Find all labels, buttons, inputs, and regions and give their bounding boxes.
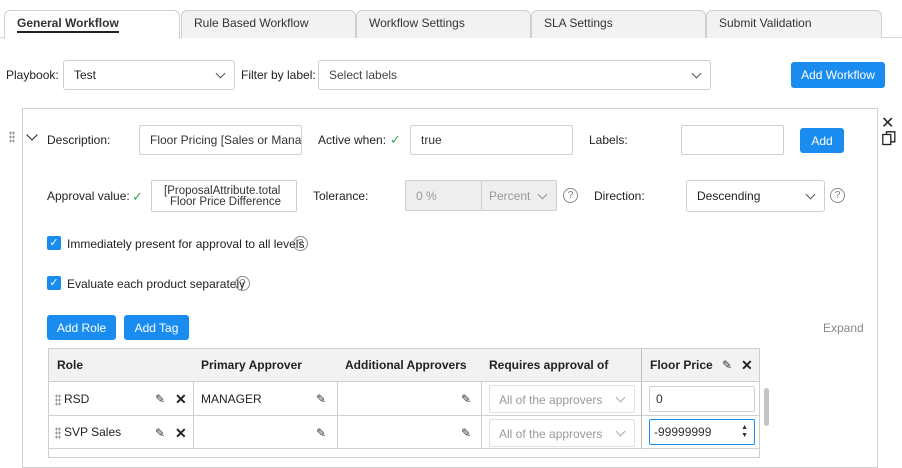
approval-value-line: Floor Price Difference (170, 196, 281, 208)
requires-approval-select[interactable]: All of the approvers (489, 419, 635, 447)
check-icon: ✓ (390, 132, 401, 147)
tolerance-label: Tolerance: (313, 189, 369, 203)
playbook-label: Playbook: (6, 68, 59, 82)
tab-general-workflow[interactable]: General Workflow (4, 10, 180, 39)
add-workflow-button[interactable]: Add Workflow (791, 62, 885, 88)
edit-column-icon[interactable]: ✎ (722, 358, 732, 372)
evaluate-each-product-checkbox[interactable]: ✓ (47, 276, 61, 290)
close-icon[interactable]: ✕ (881, 113, 894, 133)
active-when-input[interactable]: true (410, 125, 573, 155)
edit-primary-approver-icon[interactable]: ✎ (316, 392, 326, 406)
labels-input[interactable] (681, 125, 784, 155)
tolerance-input[interactable]: 0 % (405, 180, 482, 211)
floor-price-header-label: Floor Price (650, 358, 713, 372)
description-input[interactable]: Floor Pricing [Sales or Mana (139, 125, 302, 155)
approval-value-input[interactable]: [ProposalAttribute.total Floor Price Dif… (151, 180, 297, 212)
add-tag-button[interactable]: Add Tag (124, 315, 189, 340)
help-icon[interactable]: ? (293, 236, 308, 251)
tab-bar: General Workflow Rule Based Workflow Wor… (0, 0, 902, 39)
evaluate-each-product-label: Evaluate each product separately (67, 277, 246, 291)
edit-additional-approvers-icon[interactable]: ✎ (461, 426, 471, 440)
floor-price-value: -99999999 (654, 425, 712, 439)
chevron-down-icon (691, 68, 702, 79)
remove-column-icon[interactable]: ✕ (741, 357, 753, 374)
column-header-additional-approvers: Additional Approvers (337, 349, 482, 382)
active-when-label: Active when: (318, 133, 387, 147)
role-name: RSD (64, 392, 90, 406)
help-icon[interactable]: ? (235, 276, 250, 291)
tab-workflow-settings[interactable]: Workflow Settings (356, 10, 531, 38)
floor-price-input[interactable]: -99999999 ▲ ▼ (649, 419, 755, 445)
tab-label: Submit Validation (719, 16, 812, 30)
column-header-primary-approver: Primary Approver (193, 349, 338, 382)
requires-approval-value: All of the approvers (499, 427, 603, 441)
primary-approver-value: MANAGER (201, 392, 262, 406)
add-role-button[interactable]: Add Role (47, 315, 116, 340)
direction-select[interactable]: Descending (686, 180, 825, 212)
column-header-requires-approval: Requires approval of (481, 349, 642, 382)
scrollbar-thumb[interactable] (764, 388, 769, 426)
tab-label: Workflow Settings (369, 16, 465, 30)
tab-sla-settings[interactable]: SLA Settings (531, 10, 706, 38)
tab-label: General Workflow (17, 16, 119, 33)
requires-approval-select[interactable]: All of the approvers (489, 385, 635, 413)
role-name: SVP Sales (64, 425, 122, 439)
expand-link[interactable]: Expand (823, 321, 864, 335)
tab-submit-validation[interactable]: Submit Validation (706, 10, 882, 38)
chevron-down-icon (537, 189, 548, 199)
tolerance-unit-select[interactable]: Percent (481, 180, 557, 211)
number-stepper-icon[interactable]: ▲ ▼ (741, 424, 748, 440)
label-filter-placeholder: Select labels (329, 68, 398, 82)
help-icon[interactable]: ? (563, 188, 578, 203)
chevron-down-icon (615, 392, 626, 403)
edit-additional-approvers-icon[interactable]: ✎ (461, 392, 471, 406)
floor-price-input[interactable]: 0 (649, 386, 755, 412)
tab-label: Rule Based Workflow (194, 16, 309, 30)
column-header-role: Role (49, 349, 194, 382)
description-label: Description: (47, 133, 111, 147)
remove-role-icon[interactable]: ✕ (175, 425, 187, 442)
drag-handle-icon[interactable] (55, 427, 61, 439)
remove-role-icon[interactable]: ✕ (175, 391, 187, 408)
immediately-present-checkbox[interactable]: ✓ (47, 236, 61, 250)
tab-label: SLA Settings (544, 16, 613, 30)
check-icon: ✓ (132, 189, 143, 204)
help-icon[interactable]: ? (830, 188, 845, 203)
chevron-down-icon (615, 426, 626, 437)
drag-handle-icon[interactable] (55, 394, 61, 406)
roles-table: Role Primary Approver Additional Approve… (48, 348, 760, 458)
tab-rule-based-workflow[interactable]: Rule Based Workflow (181, 10, 356, 38)
tolerance-unit-value: Percent (489, 188, 531, 203)
direction-value: Descending (697, 189, 761, 203)
copy-icon[interactable] (882, 131, 896, 149)
drag-handle-icon[interactable] (9, 131, 15, 143)
playbook-value: Test (74, 68, 97, 82)
edit-role-icon[interactable]: ✎ (155, 426, 165, 440)
filter-label: Filter by label: (241, 68, 316, 82)
approval-value-label: Approval value: (47, 189, 130, 203)
labels-label: Labels: (589, 133, 628, 147)
requires-approval-value: All of the approvers (499, 393, 603, 407)
chevron-down-icon (805, 189, 816, 200)
edit-primary-approver-icon[interactable]: ✎ (316, 426, 326, 440)
chevron-down-icon (215, 68, 226, 79)
playbook-select[interactable]: Test (63, 60, 235, 90)
add-label-button[interactable]: Add (800, 128, 844, 153)
immediately-present-label: Immediately present for approval to all … (67, 237, 305, 251)
label-filter-select[interactable]: Select labels (318, 60, 711, 90)
edit-role-icon[interactable]: ✎ (155, 392, 165, 406)
direction-label: Direction: (594, 189, 645, 203)
